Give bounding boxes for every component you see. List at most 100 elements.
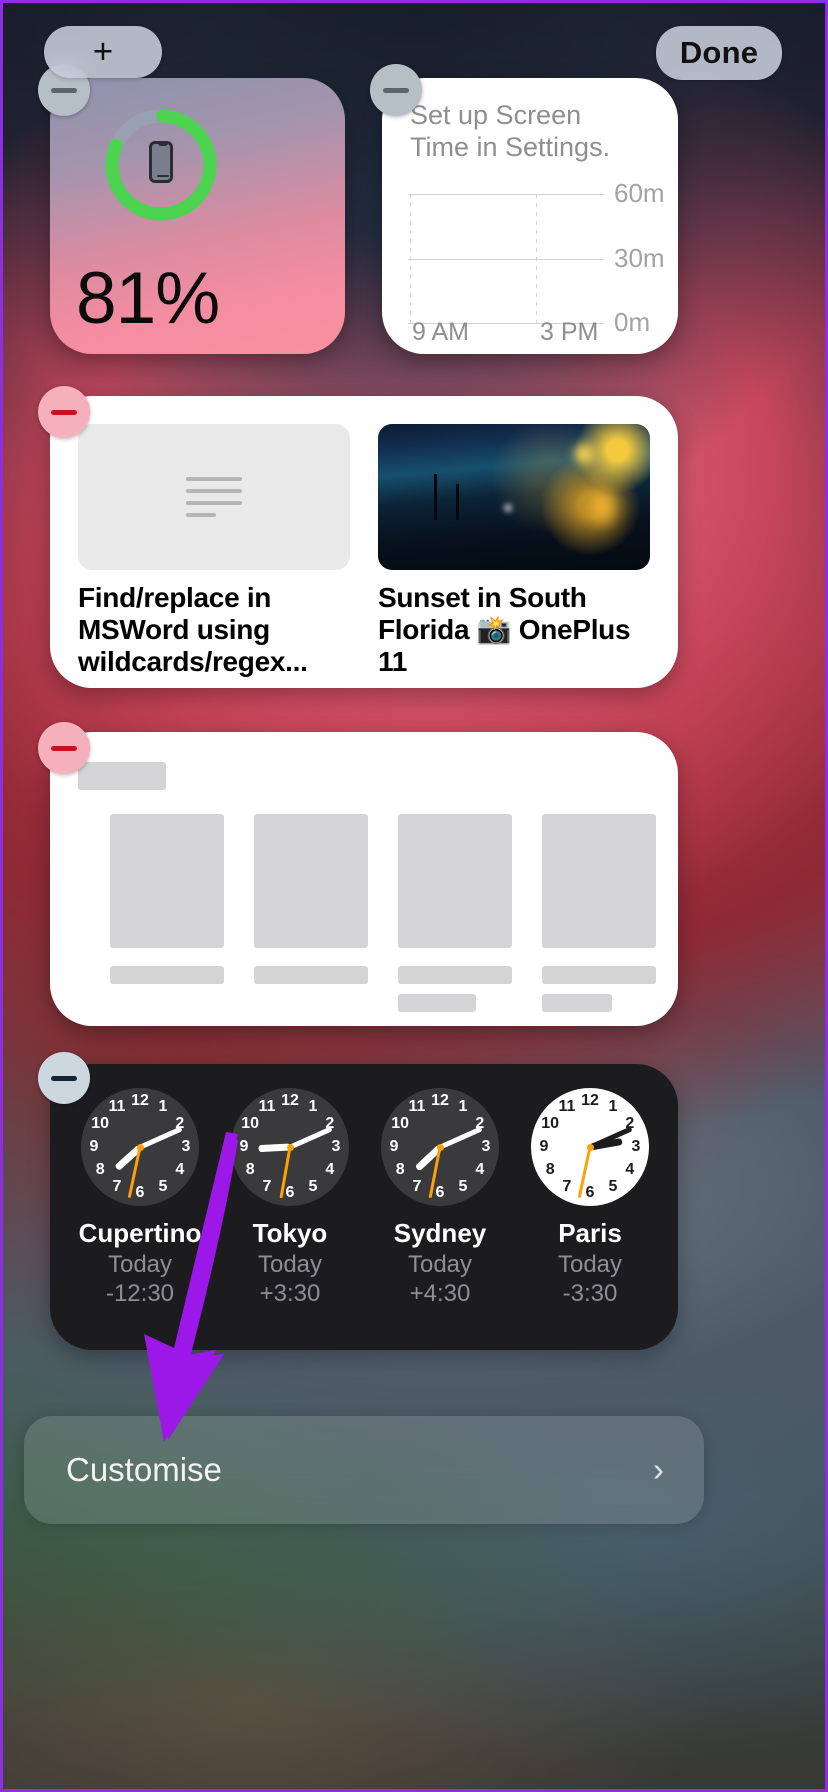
clock-hour-number: 7: [262, 1177, 272, 1195]
clock-hour-number: 5: [458, 1177, 468, 1195]
iphone-icon: [149, 141, 173, 183]
clock-hour-number: 11: [108, 1098, 126, 1116]
remove-widget-world-clock-button[interactable]: [38, 1052, 90, 1104]
placeholder-line: [398, 966, 512, 984]
placeholder-line: [110, 966, 224, 984]
clock-hour-number: 4: [175, 1161, 185, 1178]
clock-hour-number: 8: [95, 1161, 105, 1178]
clock-hour-number: 10: [391, 1115, 410, 1132]
placeholder-image: [542, 814, 656, 948]
widget-loading-placeholder[interactable]: [50, 732, 678, 1026]
chart-ylabel-60m: 60m: [614, 178, 665, 208]
clock-hour-number: 12: [581, 1092, 599, 1109]
article-thumbnail-photo: [378, 424, 650, 570]
screen-time-chart: 60m 30m 0m: [408, 178, 665, 337]
minus-icon: [51, 87, 77, 93]
clock-day-label: Today: [557, 1251, 623, 1278]
clock-offset-label: +3:30: [259, 1280, 321, 1307]
clock-city-label: Sydney: [393, 1218, 487, 1248]
clock-hour-number: 10: [541, 1115, 560, 1132]
comment-count: 5: [573, 687, 587, 688]
widget-battery[interactable]: 81%: [50, 78, 345, 354]
clock-hour-number: 11: [408, 1098, 426, 1116]
text-lines-icon: [186, 477, 242, 517]
placeholder-image: [254, 814, 368, 948]
news-article-1[interactable]: Find/replace in MSWord using wildcards/r…: [78, 424, 350, 688]
placeholder-card-1: [110, 814, 232, 984]
remove-widget-news-button[interactable]: [38, 386, 90, 438]
screen-time-setup-text: Set up Screen Time in Settings.: [410, 100, 611, 162]
upvote-count: 8: [210, 687, 224, 688]
clock-hour-number: 3: [631, 1138, 641, 1155]
article-meta: Microsoft ↑ 8 1: [78, 687, 350, 688]
clock-hour-hand: [257, 1143, 291, 1153]
chart-xlabel-9am: 9 AM: [412, 318, 469, 346]
minus-icon: [51, 745, 77, 751]
clock-sydney[interactable]: 12 1 2 3 4 5 6 7 8 9 10 11 Sydney Today +4:30: [376, 1088, 504, 1308]
placeholder-card-2: [254, 814, 376, 984]
clock-hour-number: 1: [158, 1098, 168, 1116]
remove-widget-placeholder-button[interactable]: [38, 722, 90, 774]
clock-hour-number: 8: [245, 1161, 255, 1178]
placeholder-header-bar: [78, 762, 166, 790]
clock-hour-number: 1: [458, 1098, 468, 1116]
clock-hour-number: 12: [431, 1092, 449, 1109]
add-widget-button[interactable]: +: [44, 26, 162, 78]
clock-hour-number: 10: [241, 1115, 260, 1132]
clock-paris[interactable]: 12 1 2 3 4 5 6 7 8 9 10 11 Paris Today -3:30: [526, 1088, 654, 1308]
clock-cupertino[interactable]: 12 1 2 3 4 5 6 7 8 9 10 11 Cupertino Today -12:30: [76, 1088, 204, 1308]
clock-dial: 12 1 2 3 4 5 6 7 8 9 10 11: [531, 1088, 649, 1206]
clock-hour-number: 1: [608, 1098, 618, 1116]
clock-hour-number: 8: [395, 1161, 405, 1178]
customise-label: Customise: [66, 1451, 222, 1488]
clock-center-pin: [136, 1143, 144, 1151]
clock-dial: 12 1 2 3 4 5 6 7 8 9 10 11: [381, 1088, 499, 1206]
customise-button[interactable]: Customise ›: [24, 1416, 704, 1524]
minus-icon: [51, 409, 77, 415]
article-title: Sunset in South Florida 📸 OnePlus 11: [378, 582, 631, 677]
clock-hour-number: 4: [475, 1161, 485, 1178]
placeholder-card-4: [542, 814, 664, 1012]
add-widget-label: +: [92, 32, 114, 71]
clock-hour-number: 10: [91, 1115, 110, 1132]
clock-hour-number: 9: [239, 1138, 249, 1155]
clock-city-label: Paris: [558, 1218, 622, 1248]
clock-center-pin: [436, 1143, 444, 1151]
news-article-2[interactable]: Sunset in South Florida 📸 OnePlus 11 One…: [378, 424, 650, 688]
clock-day-label: Today: [107, 1251, 173, 1278]
upvote-arrow-icon: ↑: [483, 687, 496, 688]
clock-center-pin: [286, 1143, 294, 1151]
clock-hour-number: 11: [258, 1098, 276, 1116]
battery-percent-label: 81%: [76, 258, 220, 339]
placeholder-line: [542, 966, 656, 984]
edit-mode-toolbar: + Done: [0, 26, 828, 82]
widget-screen-time[interactable]: Set up Screen Time in Settings. 60m 30m …: [382, 78, 678, 354]
comment-count: 1: [265, 687, 279, 688]
placeholder-line: [254, 966, 368, 984]
widget-world-clock[interactable]: 12 1 2 3 4 5 6 7 8 9 10 11 Cupertino Today -12:30 12 1 2…: [50, 1064, 678, 1350]
placeholder-card-3: [398, 814, 520, 1012]
done-button[interactable]: Done: [656, 26, 782, 80]
clock-city-label: Cupertino: [78, 1218, 202, 1248]
clock-hour-number: 5: [308, 1177, 318, 1195]
clock-hour-number: 7: [112, 1177, 122, 1195]
article-thumbnail-placeholder: [78, 424, 350, 570]
article-source: OnePlus: [378, 687, 474, 688]
clock-offset-label: -12:30: [105, 1280, 175, 1307]
clock-hour-number: 9: [389, 1138, 399, 1155]
placeholder-line: [398, 994, 476, 1012]
chart-ylabel-0m: 0m: [614, 307, 651, 337]
clock-hour-number: 3: [481, 1138, 491, 1155]
widget-news[interactable]: Find/replace in MSWord using wildcards/r…: [50, 396, 678, 688]
placeholder-line: [542, 994, 612, 1012]
clock-hour-number: 11: [558, 1098, 576, 1116]
upvote-arrow-icon: ↑: [188, 687, 201, 688]
clock-day-label: Today: [257, 1251, 323, 1278]
clock-hour-number: 4: [625, 1161, 635, 1178]
minus-icon: [383, 87, 409, 93]
article-source: Microsoft: [78, 687, 179, 688]
clock-hour-number: 7: [562, 1177, 572, 1195]
clock-tokyo[interactable]: 12 1 2 3 4 5 6 7 8 9 10 11 Tokyo Today +3:30: [226, 1088, 354, 1308]
chart-xlabel-3pm: 3 PM: [540, 318, 599, 346]
clock-hour-number: 8: [545, 1161, 555, 1178]
